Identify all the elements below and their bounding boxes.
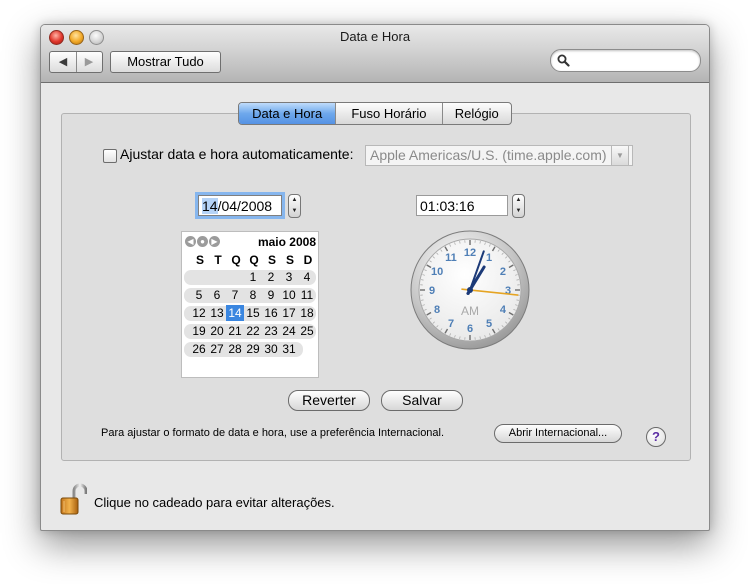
- clock-numeral: 11: [445, 252, 457, 264]
- clock-numeral: 3: [505, 285, 511, 297]
- open-international-button[interactable]: Abrir Internacional...: [494, 424, 622, 443]
- calendar-day[interactable]: 22: [244, 323, 262, 339]
- weekday-header: Q: [249, 253, 259, 267]
- clock-period-label: AM: [461, 304, 479, 318]
- date-field[interactable]: 14/04/2008: [198, 195, 282, 216]
- calendar-day[interactable]: 5: [190, 287, 208, 303]
- clock-numeral: 6: [467, 323, 473, 335]
- next-month-icon[interactable]: ▶: [209, 236, 220, 247]
- tab-date-time[interactable]: Data e Hora: [239, 103, 337, 124]
- search-icon: [557, 54, 570, 67]
- previous-month-icon[interactable]: ◀: [185, 236, 196, 247]
- calendar-month-label: maio 2008: [257, 235, 316, 249]
- clock-numeral: 9: [429, 285, 435, 297]
- calendar-day[interactable]: 23: [262, 323, 280, 339]
- help-button[interactable]: ?: [646, 427, 666, 447]
- calendar-day[interactable]: 19: [190, 323, 208, 339]
- calendar-day[interactable]: 1: [244, 269, 262, 285]
- preferences-window: Data e Hora ◀ ▶ Mostrar Tudo Data e Hora…: [40, 24, 710, 531]
- clock-center-pin: [467, 287, 473, 293]
- tab-bar: Data e Hora Fuso Horário Relógio: [238, 102, 512, 125]
- calendar-day[interactable]: 18: [298, 305, 316, 321]
- weekday-header: S: [195, 253, 204, 267]
- today-icon[interactable]: ●: [197, 236, 208, 247]
- weekday-header: S: [267, 253, 276, 267]
- calendar-day[interactable]: 28: [226, 341, 244, 357]
- time-stepper[interactable]: ▲ ▼: [512, 194, 525, 218]
- show-all-button[interactable]: Mostrar Tudo: [110, 51, 221, 73]
- weekday-header: Q: [231, 253, 241, 267]
- calendar-day[interactable]: 26: [190, 341, 208, 357]
- weekday-header: T: [214, 253, 222, 267]
- analog-clock[interactable]: 12 12 3 45 6 78 9 1011 AM: [409, 229, 531, 351]
- clock-numeral: 8: [434, 304, 440, 316]
- tab-clock[interactable]: Relógio: [443, 103, 512, 124]
- calendar-day[interactable]: 11: [298, 287, 316, 303]
- clock-numeral: 2: [500, 266, 506, 278]
- calendar-day[interactable]: 29: [244, 341, 262, 357]
- lock-label: Clique no cadeado para evitar alterações…: [94, 495, 335, 510]
- date-rest-segment[interactable]: /04/2008: [218, 198, 273, 214]
- date-stepper[interactable]: ▲ ▼: [288, 194, 301, 218]
- calendar-day[interactable]: 25: [298, 323, 316, 339]
- window-title: Data e Hora: [339, 29, 411, 44]
- calendar-day-selected[interactable]: 14: [226, 305, 244, 321]
- calendar-day[interactable]: 7: [226, 287, 244, 303]
- back-arrow-icon[interactable]: ◀: [50, 52, 77, 72]
- weekday-header: D: [303, 253, 313, 267]
- stepper-up-icon[interactable]: ▲: [289, 195, 300, 206]
- title-bar: Data e Hora ◀ ▶ Mostrar Tudo: [41, 25, 709, 83]
- calendar-day[interactable]: 30: [262, 341, 280, 357]
- clock-numeral: 7: [448, 318, 454, 330]
- search-field[interactable]: [550, 49, 701, 72]
- calendar-day[interactable]: 4: [298, 269, 316, 285]
- clock-numeral: 10: [431, 266, 443, 278]
- time-field[interactable]: 01:03:16: [416, 195, 508, 216]
- month-calendar: ◀ ● ▶ maio 2008 S T Q Q S S D 1234567891…: [181, 231, 319, 378]
- clock-numeral: 4: [500, 304, 507, 316]
- navigation-buttons: ◀ ▶: [49, 51, 103, 73]
- calendar-day[interactable]: 2: [262, 269, 280, 285]
- calendar-day[interactable]: 12: [190, 305, 208, 321]
- tab-time-zone[interactable]: Fuso Horário: [336, 103, 443, 124]
- unlocked-padlock-icon[interactable]: [59, 483, 87, 517]
- time-server-select[interactable]: Apple Americas/U.S. (time.apple.com): [365, 145, 633, 166]
- clock-numeral: 1: [486, 252, 492, 264]
- international-hint-text: Para ajustar o formato de data e hora, u…: [101, 427, 445, 439]
- calendar-day[interactable]: 16: [262, 305, 280, 321]
- auto-time-label: Ajustar data e hora automaticamente:: [120, 146, 354, 162]
- save-button[interactable]: Salvar: [381, 390, 463, 411]
- forward-arrow-icon[interactable]: ▶: [76, 52, 102, 72]
- stepper-down-icon[interactable]: ▼: [513, 206, 524, 217]
- calendar-day[interactable]: 3: [280, 269, 298, 285]
- date-day-segment[interactable]: 14: [202, 198, 218, 214]
- calendar-day[interactable]: 27: [208, 341, 226, 357]
- weekday-header: S: [285, 253, 294, 267]
- clock-numeral: 5: [486, 318, 492, 330]
- calendar-day[interactable]: 31: [280, 341, 298, 357]
- calendar-day[interactable]: 13: [208, 305, 226, 321]
- calendar-day[interactable]: 8: [244, 287, 262, 303]
- calendar-day[interactable]: 20: [208, 323, 226, 339]
- calendar-day[interactable]: 21: [226, 323, 244, 339]
- calendar-day[interactable]: 24: [280, 323, 298, 339]
- calendar-day[interactable]: 9: [262, 287, 280, 303]
- revert-button[interactable]: Reverter: [288, 390, 370, 411]
- calendar-day[interactable]: 10: [280, 287, 298, 303]
- auto-time-checkbox[interactable]: [103, 149, 117, 163]
- search-input[interactable]: [573, 52, 695, 70]
- stepper-up-icon[interactable]: ▲: [513, 195, 524, 206]
- chevron-down-icon[interactable]: ▼: [611, 145, 629, 166]
- calendar-day[interactable]: 6: [208, 287, 226, 303]
- clock-numeral: 12: [464, 247, 476, 259]
- stepper-down-icon[interactable]: ▼: [289, 206, 300, 217]
- calendar-day[interactable]: 17: [280, 305, 298, 321]
- calendar-day[interactable]: 15: [244, 305, 262, 321]
